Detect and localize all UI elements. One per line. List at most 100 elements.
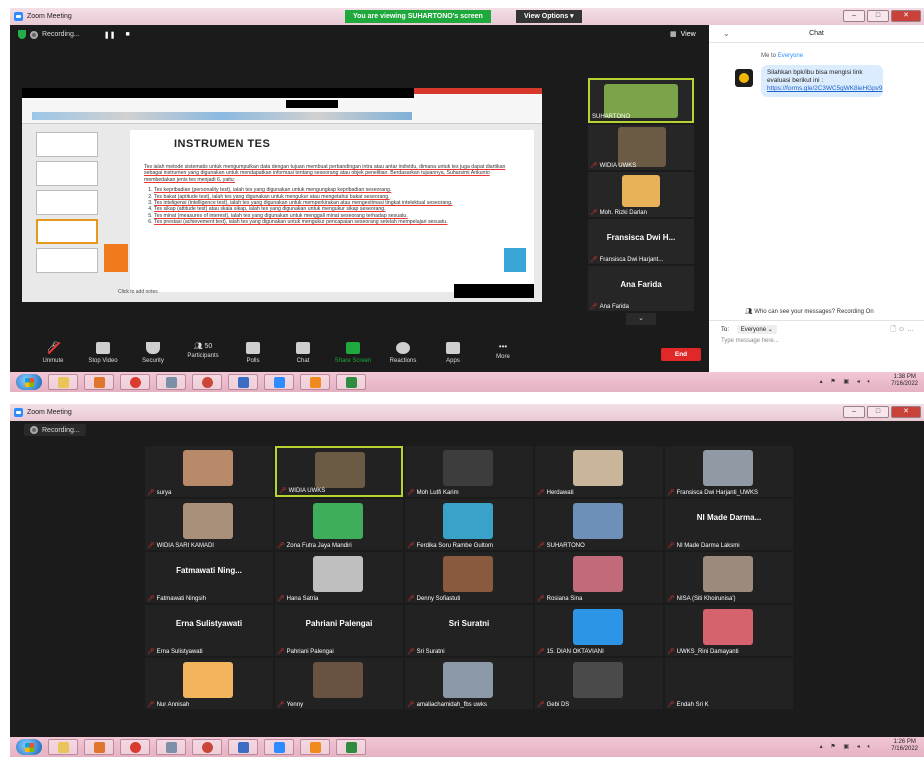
participant-name: Denny Sofiastuti	[416, 595, 461, 602]
start-button[interactable]	[16, 739, 42, 755]
system-clock[interactable]: 1:26 PM 7/16/2022	[891, 739, 918, 753]
participant-tile[interactable]: 🎤︎ Moh Lutfi Karim	[405, 446, 533, 497]
participant-tile[interactable]: 🎤︎ Moh. Rizki Darlan	[588, 172, 694, 217]
video-feed	[573, 609, 623, 645]
more-icon: •••	[498, 342, 508, 351]
participant-tile[interactable]: 🎤︎ UWKS_Rini Damayanti	[665, 605, 793, 656]
mic-muted-icon: 🎤︎	[667, 596, 675, 602]
end-meeting-button[interactable]: End	[661, 348, 701, 361]
participant-tile[interactable]: 🎤︎ amaliachamidah_fbs uwks	[405, 658, 533, 709]
video-feed	[703, 556, 753, 592]
participant-tile[interactable]: 🎤︎ 15. DIAN OKTAVIANI	[535, 605, 663, 656]
slide-thumbnail[interactable]	[36, 161, 98, 186]
minimize-button[interactable]: –	[843, 406, 865, 418]
taskbar-app[interactable]	[264, 374, 294, 390]
chat-input[interactable]: Type message here...	[721, 338, 779, 344]
taskbar-app[interactable]	[228, 739, 258, 755]
participant-tile[interactable]: 🎤︎ Gebi DS	[535, 658, 663, 709]
participant-tile[interactable]: NI Made Darma... 🎤︎ NI Made Darma Laksmi	[665, 499, 793, 550]
participant-tile[interactable]: Sri Suratni 🎤︎ Sri Suratni	[405, 605, 533, 656]
participant-name: Ana Farida	[599, 303, 629, 310]
polls-button[interactable]: Polls	[228, 338, 278, 372]
participant-tile[interactable]: 🎤︎ NISA (Siti Khoirunisa')	[665, 552, 793, 603]
participants-button[interactable]: 👥︎ 50 Participants	[178, 338, 228, 372]
participant-tile[interactable]: 🎤︎ Yenny	[275, 658, 403, 709]
participant-tile[interactable]: 🎤︎ Ferdika Soru Rambe Gultom	[405, 499, 533, 550]
taskbar-app[interactable]	[192, 374, 222, 390]
participant-tile[interactable]: SUHARTONO	[588, 78, 694, 123]
start-button[interactable]	[16, 374, 42, 390]
participant-name: Moh. Rizki Darlan	[599, 209, 647, 216]
participant-tile[interactable]: Fatmawati Ning... 🎤︎ Fatmawati Ningsih	[145, 552, 273, 603]
participant-tile[interactable]: 🎤︎ WIDIA SARI KAMADI	[145, 499, 273, 550]
chat-button[interactable]: Chat	[278, 338, 328, 372]
scroll-down-chevron-icon[interactable]: ⌄	[626, 313, 656, 325]
participant-tile[interactable]: 🎤︎ Hana Satria	[275, 552, 403, 603]
taskbar-app[interactable]	[336, 374, 366, 390]
close-button[interactable]: ✕	[891, 10, 921, 22]
system-clock[interactable]: 1:38 PM 7/16/2022	[891, 374, 918, 388]
participant-tile[interactable]: 🎤︎ WIDIA UWKS	[588, 125, 694, 170]
maximize-button[interactable]: □	[867, 406, 889, 418]
participant-tile[interactable]: 🎤︎ surya	[145, 446, 273, 497]
view-button[interactable]: ▦ View	[670, 30, 696, 39]
taskbar-app[interactable]	[264, 739, 294, 755]
participant-label: 🎤︎ Pahriani Palengai	[277, 648, 334, 656]
taskbar-app[interactable]	[336, 739, 366, 755]
participant-tile[interactable]: 🎤︎ Denny Sofiastuti	[405, 552, 533, 603]
apps-button[interactable]: Apps	[428, 338, 478, 372]
close-button[interactable]: ✕	[891, 406, 921, 418]
view-options-button[interactable]: View Options ▾	[516, 10, 582, 23]
minimize-button[interactable]: –	[843, 10, 865, 22]
taskbar-app[interactable]	[84, 739, 114, 755]
emoji-icon[interactable]: ☺︎	[898, 326, 905, 333]
taskbar-app[interactable]	[156, 374, 186, 390]
taskbar-app[interactable]	[228, 374, 258, 390]
participant-tile[interactable]: 🎤︎ Nur Annisah	[145, 658, 273, 709]
taskbar-app[interactable]	[84, 374, 114, 390]
slide-thumbnail[interactable]	[36, 248, 98, 273]
reactions-button[interactable]: Reactions	[378, 338, 428, 372]
security-button[interactable]: Security	[128, 338, 178, 372]
taskbar-app[interactable]	[300, 374, 330, 390]
participant-big-name: Pahriani Palengai	[305, 619, 373, 628]
participant-tile[interactable]: 🎤︎ Fransisca Dwi Harjanti_UWKS	[665, 446, 793, 497]
slide-thumbnail[interactable]	[36, 190, 98, 215]
participant-tile[interactable]: Erna Sulistyawati 🎤︎ Erna Sulistyawati	[145, 605, 273, 656]
participant-tile[interactable]: Pahriani Palengai 🎤︎ Pahriani Palengai	[275, 605, 403, 656]
taskbar-app[interactable]	[48, 374, 78, 390]
stop-recording-icon[interactable]: ■	[125, 31, 129, 38]
slide-thumbnail[interactable]	[36, 132, 98, 157]
participant-tile[interactable]: 🎤︎ Herdawati	[535, 446, 663, 497]
collapse-chevron-icon[interactable]: ⌄	[723, 25, 730, 43]
slide-thumbnail-selected[interactable]	[36, 219, 98, 244]
participants-count: 50	[204, 343, 213, 350]
participant-tile[interactable]: Ana Farida 🎤︎ Ana Farida	[588, 266, 694, 311]
share-screen-button[interactable]: Share Screen	[328, 338, 378, 372]
participant-tile[interactable]: Fransisca Dwi H... 🎤︎ Fransisca Dwi Harja…	[588, 219, 694, 264]
more-icon[interactable]: …	[907, 326, 914, 333]
taskbar-app[interactable]	[300, 739, 330, 755]
file-icon[interactable]: 🗋︎	[890, 326, 896, 333]
mic-muted-icon: 🎤︎	[407, 543, 415, 549]
taskbar-app[interactable]	[120, 374, 150, 390]
participant-tile[interactable]: 🎤︎ SUHARTONO	[535, 499, 663, 550]
unmute-button[interactable]: 🎤︎ Unmute	[28, 338, 78, 372]
system-tray[interactable]: ▴ ⚑ ▣ ◂ 🔈︎	[820, 378, 874, 386]
participant-tile[interactable]: 🎤︎ Zona Futra Jaya Mandiri	[275, 499, 403, 550]
participant-tile[interactable]: 🎤︎ Endah Sri K	[665, 658, 793, 709]
participant-tile[interactable]: 🎤︎ WIDIA UWKS	[275, 446, 403, 497]
taskbar-app[interactable]	[156, 739, 186, 755]
recipient-dropdown[interactable]: Everyone ⌄	[736, 325, 777, 334]
system-tray[interactable]: ▴ ⚑ ▣ ◂ 🔈︎	[820, 743, 874, 751]
taskbar-app[interactable]	[192, 739, 222, 755]
taskbar-app[interactable]	[48, 739, 78, 755]
taskbar-app[interactable]	[120, 739, 150, 755]
participant-tile[interactable]: 🎤︎ Rosiana Sina	[535, 552, 663, 603]
pause-recording-icon[interactable]: ❚❚	[104, 31, 116, 39]
maximize-button[interactable]: □	[867, 10, 889, 22]
form-link[interactable]: https://forms.gle/2C3WC5gWK8ieHGpv9	[767, 85, 882, 92]
stop-video-button[interactable]: Stop Video	[78, 338, 128, 372]
more-button[interactable]: ••• More	[478, 338, 528, 372]
privacy-notice[interactable]: 👥︎ Who can see your messages? Recording …	[745, 308, 874, 315]
